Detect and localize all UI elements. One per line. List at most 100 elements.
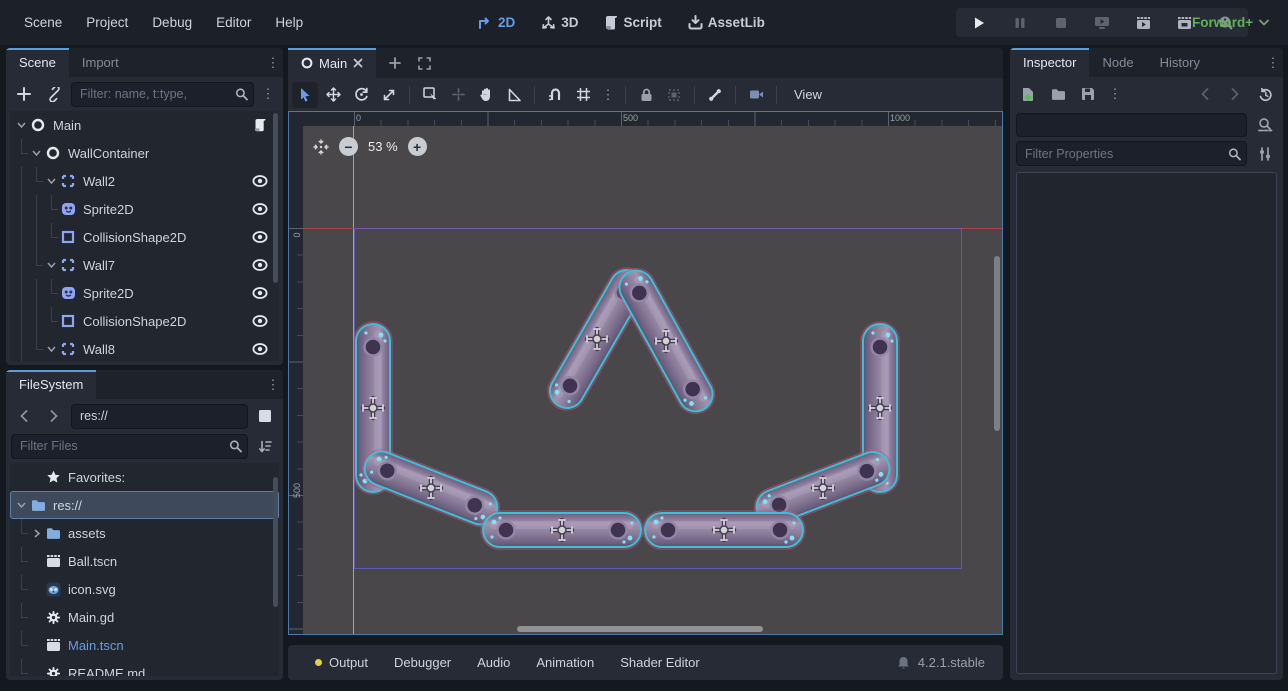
canvas-hscrollbar[interactable] (303, 625, 990, 633)
object-history-icon[interactable] (1252, 81, 1278, 107)
tree-row-main[interactable]: Main (10, 111, 279, 139)
scene-extra-menu-icon[interactable]: ⋮ (258, 86, 278, 102)
menu-scene[interactable]: Scene (14, 10, 72, 35)
tree-row-sprite2d[interactable]: Sprite2D (10, 195, 279, 223)
tree-row-collisionshape2d[interactable]: CollisionShape2D (10, 307, 279, 335)
instantiate-scene-button[interactable] (41, 81, 67, 107)
list-select-tool-button[interactable] (417, 82, 443, 108)
visibility-toggle-icon[interactable] (251, 256, 269, 274)
open-docs-icon[interactable] (1253, 113, 1277, 137)
menu-help[interactable]: Help (265, 10, 313, 35)
fs-split-mode-button[interactable] (252, 403, 278, 429)
history-back-icon[interactable] (1192, 81, 1218, 107)
new-scene-tab-button[interactable] (376, 48, 414, 78)
stop-button[interactable] (1048, 10, 1074, 36)
menu-project[interactable]: Project (76, 10, 138, 35)
notifications-bell-icon[interactable] (897, 656, 910, 670)
tab-inspector[interactable]: Inspector (1010, 48, 1089, 77)
new-resource-button[interactable] (1015, 81, 1041, 107)
add-node-button[interactable] (11, 81, 37, 107)
fs-row-ball-tscn[interactable]: Ball.tscn (10, 547, 279, 575)
tree-row-wall8[interactable]: Wall8 (10, 335, 279, 361)
rotate-tool-button[interactable] (348, 82, 374, 108)
tree-row-wallcontainer[interactable]: WallContainer (10, 139, 279, 167)
fs-row-main-gd[interactable]: Main.gd (10, 603, 279, 631)
scale-tool-button[interactable] (376, 82, 402, 108)
skeleton-options-button[interactable] (702, 82, 728, 108)
menu-editor[interactable]: Editor (206, 10, 261, 35)
canvas-viewport[interactable]: 0 500 1000 0 500 (288, 111, 1003, 635)
history-forward-icon[interactable] (1222, 81, 1248, 107)
tree-row-wall7[interactable]: Wall7 (10, 251, 279, 279)
visibility-toggle-icon[interactable] (251, 200, 269, 218)
renderer-selector[interactable]: Forward+ (1192, 0, 1269, 45)
pivot-tool-button[interactable] (445, 82, 471, 108)
fs-row-res[interactable]: res:// (10, 491, 279, 519)
fs-row-favorites[interactable]: Favorites: (10, 463, 279, 491)
fs-forward-icon[interactable] (41, 403, 67, 429)
fs-row-icon-svg[interactable]: icon.svg (10, 575, 279, 603)
switch-script-button[interactable]: Script (597, 11, 670, 34)
group-object-button[interactable] (661, 82, 687, 108)
remote-debug-button[interactable] (1089, 10, 1115, 36)
bottom-tab-debugger[interactable]: Debugger (381, 649, 464, 676)
scene-tree-scrollbar[interactable] (273, 113, 278, 359)
pause-button[interactable] (1007, 10, 1033, 36)
lock-object-button[interactable] (633, 82, 659, 108)
snap-options-icon[interactable]: ⋮ (598, 87, 618, 103)
collapse-icon[interactable] (44, 167, 59, 195)
bottom-tab-shader-editor[interactable]: Shader Editor (607, 649, 713, 676)
zoom-in-button[interactable]: + (408, 137, 427, 156)
tree-row-collisionshape2d[interactable]: CollisionShape2D (10, 223, 279, 251)
fs-sort-icon[interactable] (252, 433, 278, 459)
tab-filesystem[interactable]: FileSystem (6, 370, 96, 399)
resource-extra-menu-icon[interactable]: ⋮ (1105, 86, 1125, 102)
fs-path-input[interactable] (71, 404, 248, 429)
select-tool-button[interactable] (292, 82, 318, 108)
switch-3d-button[interactable]: 3D (533, 11, 586, 34)
play-button[interactable] (966, 10, 992, 36)
close-icon[interactable] (353, 58, 363, 68)
visibility-toggle-icon[interactable] (251, 172, 269, 190)
filesystem-scrollbar[interactable] (273, 465, 278, 674)
tree-row-sprite2d[interactable]: Sprite2D (10, 279, 279, 307)
property-tools-icon[interactable] (1253, 142, 1277, 166)
zoom-out-button[interactable]: − (339, 137, 358, 156)
attached-script-icon[interactable] (251, 116, 269, 134)
inspector-dock-menu-icon[interactable]: ⋮ (1263, 48, 1283, 77)
collapse-icon[interactable] (44, 335, 59, 361)
inspector-filter-input[interactable] (1016, 141, 1247, 166)
bottom-tab-audio[interactable]: Audio (464, 649, 523, 676)
switch-assetlib-button[interactable]: AssetLib (680, 11, 773, 34)
move-tool-button[interactable] (320, 82, 346, 108)
canvas-vscrollbar[interactable] (993, 126, 1001, 622)
switch-2d-button[interactable]: 2D (470, 11, 523, 34)
fs-row-main-tscn[interactable]: Main.tscn (10, 631, 279, 659)
fs-row-readme[interactable]: README.md (10, 659, 279, 676)
scene-filter-input[interactable] (71, 82, 254, 107)
visibility-toggle-icon[interactable] (251, 284, 269, 302)
collapse-icon[interactable] (14, 111, 29, 139)
grid-snap-button[interactable] (570, 82, 596, 108)
visibility-toggle-icon[interactable] (251, 228, 269, 246)
zoom-level[interactable]: 53 % (368, 139, 398, 154)
tab-node[interactable]: Node (1089, 48, 1146, 77)
bottom-tab-animation[interactable]: Animation (523, 649, 607, 676)
tab-scene[interactable]: Scene (6, 48, 69, 77)
collapse-icon[interactable] (44, 251, 59, 279)
smart-snap-button[interactable] (542, 82, 568, 108)
load-resource-button[interactable] (1045, 81, 1071, 107)
tab-import[interactable]: Import (69, 48, 132, 77)
visibility-toggle-icon[interactable] (251, 312, 269, 330)
expand-viewport-icon[interactable] (414, 48, 434, 78)
tree-row-wall2[interactable]: Wall2 (10, 167, 279, 195)
scene-tab-main[interactable]: Main (288, 48, 376, 78)
scene-dock-menu-icon[interactable]: ⋮ (263, 48, 283, 77)
play-scene-button[interactable] (1130, 10, 1156, 36)
fs-row-assets[interactable]: assets (10, 519, 279, 547)
fs-back-icon[interactable] (11, 403, 37, 429)
pan-tool-button[interactable] (473, 82, 499, 108)
center-view-icon[interactable] (313, 139, 329, 155)
tab-history[interactable]: History (1147, 48, 1213, 77)
save-resource-button[interactable] (1075, 81, 1101, 107)
